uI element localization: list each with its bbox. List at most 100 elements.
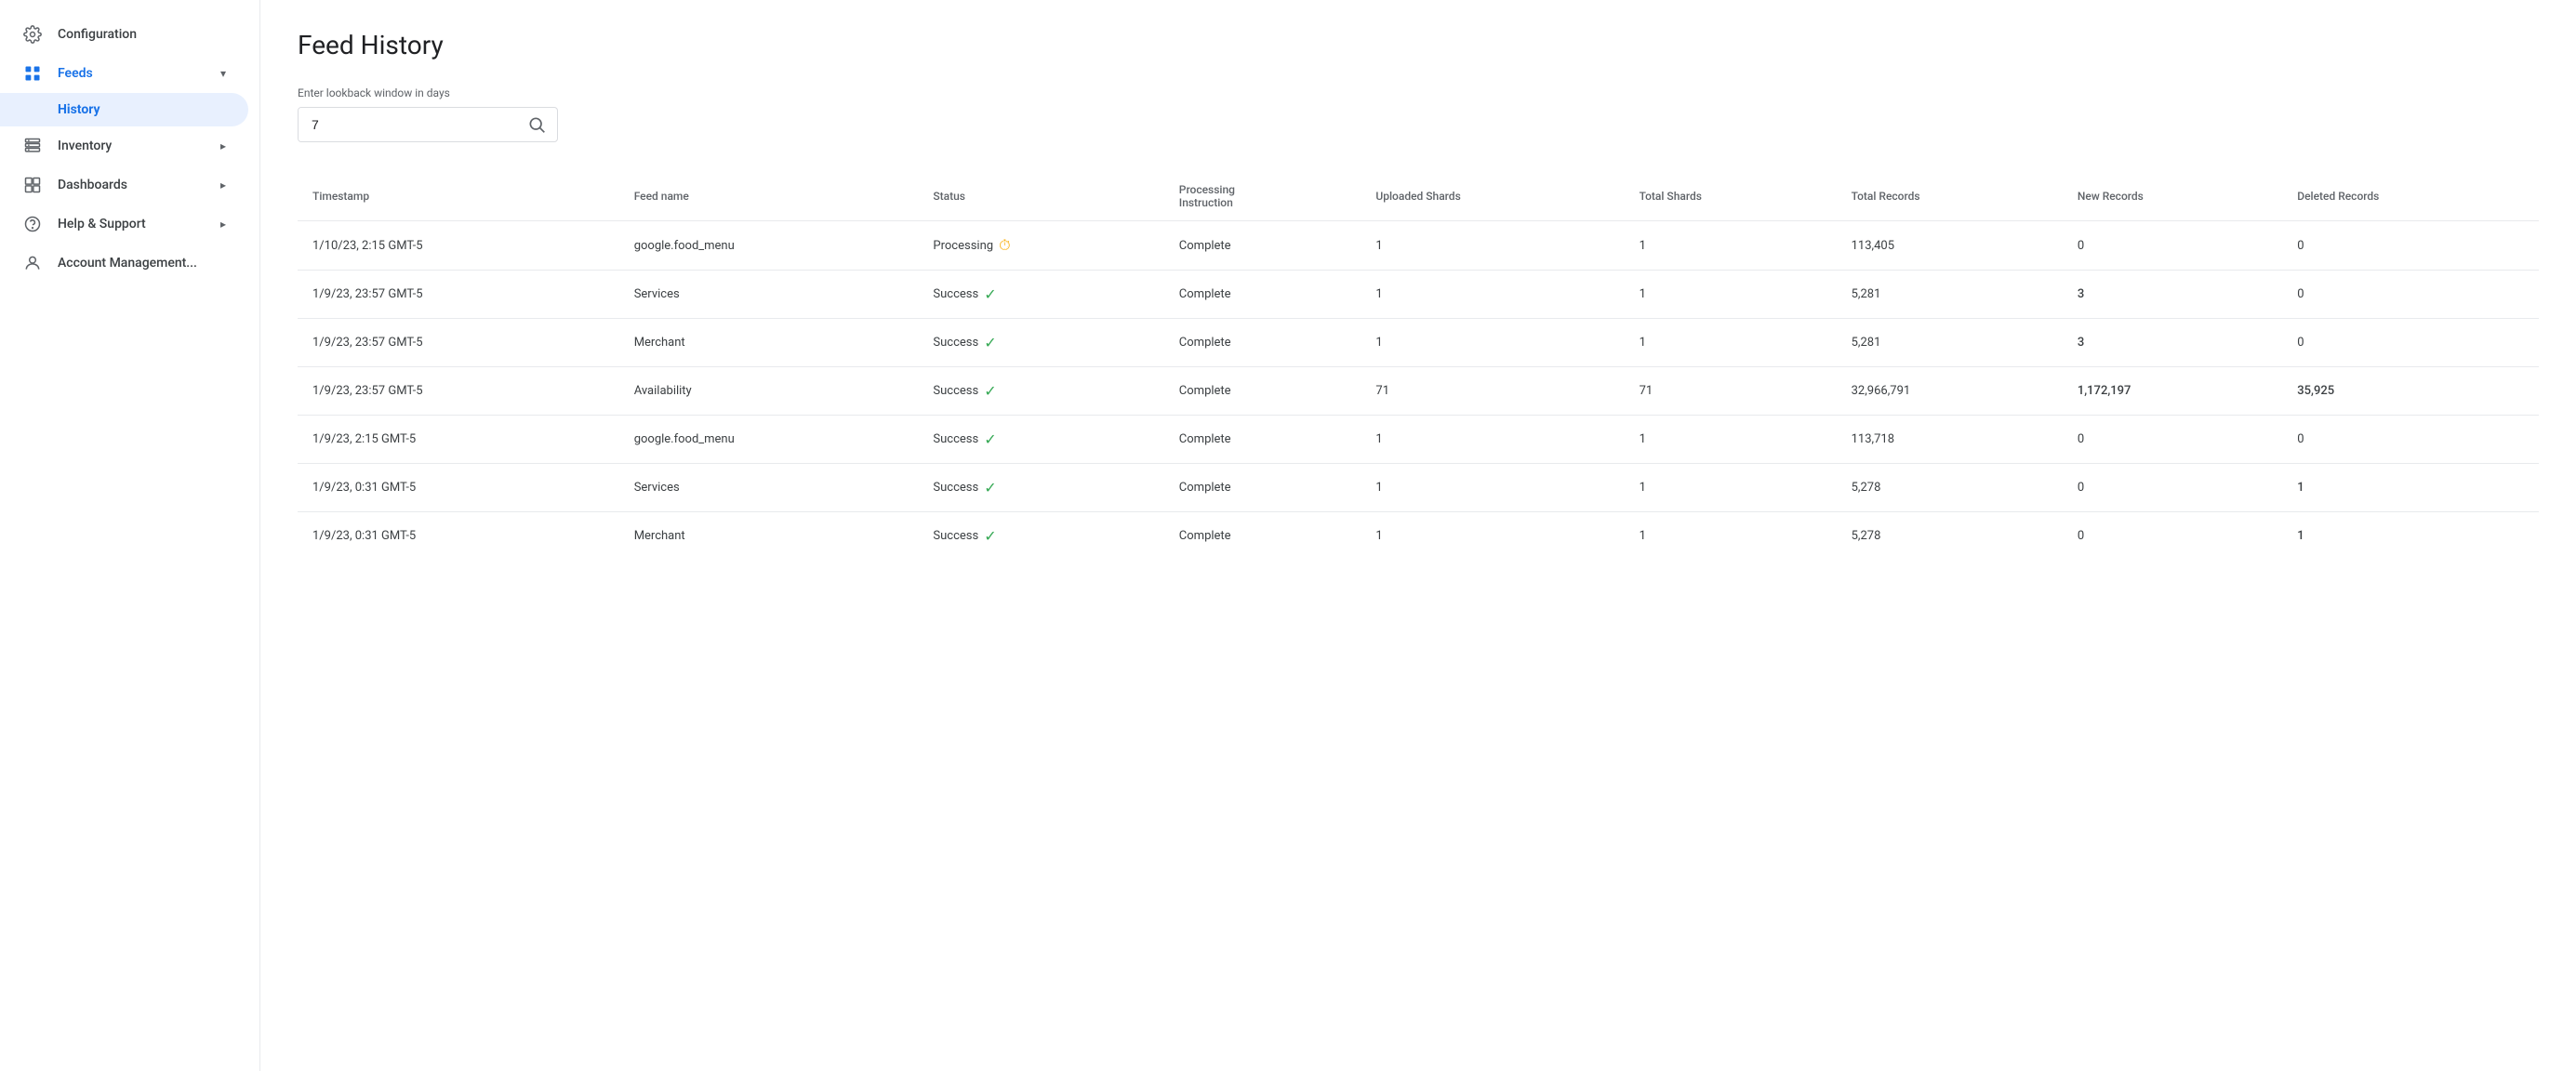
cell-processing-instruction: Complete bbox=[1164, 464, 1361, 512]
cell-timestamp: 1/9/23, 23:57 GMT-5 bbox=[298, 271, 619, 319]
status-success: Success ✓ bbox=[933, 527, 1149, 545]
cell-timestamp: 1/10/23, 2:15 GMT-5 bbox=[298, 221, 619, 271]
cell-processing-instruction: Complete bbox=[1164, 221, 1361, 271]
cell-timestamp: 1/9/23, 2:15 GMT-5 bbox=[298, 416, 619, 464]
status-success: Success ✓ bbox=[933, 430, 1149, 448]
feeds-chevron-icon: ▾ bbox=[220, 67, 226, 80]
help-icon bbox=[22, 214, 43, 234]
col-feed-name: Feed name bbox=[619, 172, 919, 221]
status-success: Success ✓ bbox=[933, 479, 1149, 496]
sidebar-item-configuration[interactable]: Configuration bbox=[0, 15, 248, 54]
table-row: 1/10/23, 2:15 GMT-5 google.food_menu Pro… bbox=[298, 221, 2539, 271]
sidebar-item-inventory-label: Inventory bbox=[58, 139, 112, 153]
check-icon: ✓ bbox=[984, 334, 996, 351]
feed-table: Timestamp Feed name Status ProcessingIns… bbox=[298, 172, 2539, 560]
cell-uploaded-shards: 1 bbox=[1361, 319, 1624, 367]
cell-new-records: 0 bbox=[2063, 464, 2282, 512]
table-row: 1/9/23, 23:57 GMT-5 Services Success ✓ C… bbox=[298, 271, 2539, 319]
table-body: 1/10/23, 2:15 GMT-5 google.food_menu Pro… bbox=[298, 221, 2539, 561]
cell-deleted-records: 0 bbox=[2282, 221, 2539, 271]
cell-timestamp: 1/9/23, 0:31 GMT-5 bbox=[298, 464, 619, 512]
status-success: Success ✓ bbox=[933, 285, 1149, 303]
cell-new-records: 3 bbox=[2063, 319, 2282, 367]
status-label: Success bbox=[933, 336, 978, 350]
cell-processing-instruction: Complete bbox=[1164, 416, 1361, 464]
cell-total-records: 113,718 bbox=[1837, 416, 2063, 464]
table-row: 1/9/23, 0:31 GMT-5 Services Success ✓ Co… bbox=[298, 464, 2539, 512]
col-total-shards: Total Shards bbox=[1625, 172, 1837, 221]
cell-feed-name: Availability bbox=[619, 367, 919, 416]
table-row: 1/9/23, 23:57 GMT-5 Merchant Success ✓ C… bbox=[298, 319, 2539, 367]
cell-new-records: 0 bbox=[2063, 221, 2282, 271]
cell-status: Success ✓ bbox=[918, 464, 1163, 512]
cell-uploaded-shards: 1 bbox=[1361, 221, 1624, 271]
page-title: Feed History bbox=[298, 30, 2539, 60]
cell-feed-name: Services bbox=[619, 271, 919, 319]
search-box bbox=[298, 107, 558, 142]
cell-uploaded-shards: 1 bbox=[1361, 464, 1624, 512]
check-icon: ✓ bbox=[984, 430, 996, 448]
col-uploaded-shards: Uploaded Shards bbox=[1361, 172, 1624, 221]
cell-total-records: 5,278 bbox=[1837, 512, 2063, 561]
check-icon: ✓ bbox=[984, 382, 996, 400]
cell-feed-name: Merchant bbox=[619, 319, 919, 367]
table-header: Timestamp Feed name Status ProcessingIns… bbox=[298, 172, 2539, 221]
cell-processing-instruction: Complete bbox=[1164, 271, 1361, 319]
cell-processing-instruction: Complete bbox=[1164, 512, 1361, 561]
search-icon bbox=[527, 115, 546, 134]
cell-feed-name: google.food_menu bbox=[619, 416, 919, 464]
cell-feed-name: Services bbox=[619, 464, 919, 512]
cell-status: Success ✓ bbox=[918, 319, 1163, 367]
cell-deleted-records: 1 bbox=[2282, 464, 2539, 512]
check-icon: ✓ bbox=[984, 527, 996, 545]
status-label: Success bbox=[933, 432, 978, 446]
cell-total-records: 5,278 bbox=[1837, 464, 2063, 512]
sidebar-item-configuration-label: Configuration bbox=[58, 27, 137, 42]
sidebar-item-help-label: Help & Support bbox=[58, 217, 146, 231]
main-content: Feed History Enter lookback window in da… bbox=[260, 0, 2576, 1071]
status-label: Success bbox=[933, 529, 978, 543]
sidebar-item-feeds[interactable]: Feeds ▾ bbox=[0, 54, 248, 93]
cell-timestamp: 1/9/23, 0:31 GMT-5 bbox=[298, 512, 619, 561]
table-row: 1/9/23, 23:57 GMT-5 Availability Success… bbox=[298, 367, 2539, 416]
sidebar-item-help-support[interactable]: Help & Support ▸ bbox=[0, 205, 248, 244]
sidebar-sub-item-history[interactable]: History bbox=[0, 93, 248, 126]
sidebar-item-inventory[interactable]: Inventory ▸ bbox=[0, 126, 248, 165]
status-label: Success bbox=[933, 481, 978, 495]
cell-status: Success ✓ bbox=[918, 416, 1163, 464]
cell-uploaded-shards: 1 bbox=[1361, 271, 1624, 319]
cell-deleted-records: 0 bbox=[2282, 319, 2539, 367]
sidebar-item-dashboards[interactable]: Dashboards ▸ bbox=[0, 165, 248, 205]
status-label: Processing bbox=[933, 239, 993, 253]
dashboards-chevron-icon: ▸ bbox=[220, 178, 226, 192]
sidebar: Configuration Feeds ▾ History bbox=[0, 0, 260, 1071]
gear-icon bbox=[22, 24, 43, 45]
check-icon: ✓ bbox=[984, 285, 996, 303]
col-total-records: Total Records bbox=[1837, 172, 2063, 221]
cell-total-shards: 71 bbox=[1625, 367, 1837, 416]
cell-deleted-records: 1 bbox=[2282, 512, 2539, 561]
cell-status: Success ✓ bbox=[918, 512, 1163, 561]
help-chevron-icon: ▸ bbox=[220, 218, 226, 231]
col-deleted-records: Deleted Records bbox=[2282, 172, 2539, 221]
status-processing: Processing ⏱ bbox=[933, 236, 1149, 255]
inventory-icon bbox=[22, 136, 43, 156]
cell-total-shards: 1 bbox=[1625, 416, 1837, 464]
cell-new-records: 1,172,197 bbox=[2063, 367, 2282, 416]
cell-status: Processing ⏱ bbox=[918, 221, 1163, 271]
sidebar-item-account-management[interactable]: Account Management... bbox=[0, 244, 248, 283]
cell-total-records: 5,281 bbox=[1837, 319, 2063, 367]
cell-status: Success ✓ bbox=[918, 367, 1163, 416]
col-new-records: New Records bbox=[2063, 172, 2282, 221]
search-button[interactable] bbox=[516, 108, 557, 141]
cell-feed-name: Merchant bbox=[619, 512, 919, 561]
cell-total-records: 113,405 bbox=[1837, 221, 2063, 271]
sidebar-item-account-label: Account Management... bbox=[58, 256, 197, 271]
cell-processing-instruction: Complete bbox=[1164, 367, 1361, 416]
cell-total-shards: 1 bbox=[1625, 319, 1837, 367]
lookback-input[interactable] bbox=[299, 108, 516, 141]
sidebar-item-feeds-label: Feeds bbox=[58, 66, 93, 81]
col-status: Status bbox=[918, 172, 1163, 221]
cell-total-shards: 1 bbox=[1625, 464, 1837, 512]
cell-uploaded-shards: 1 bbox=[1361, 416, 1624, 464]
